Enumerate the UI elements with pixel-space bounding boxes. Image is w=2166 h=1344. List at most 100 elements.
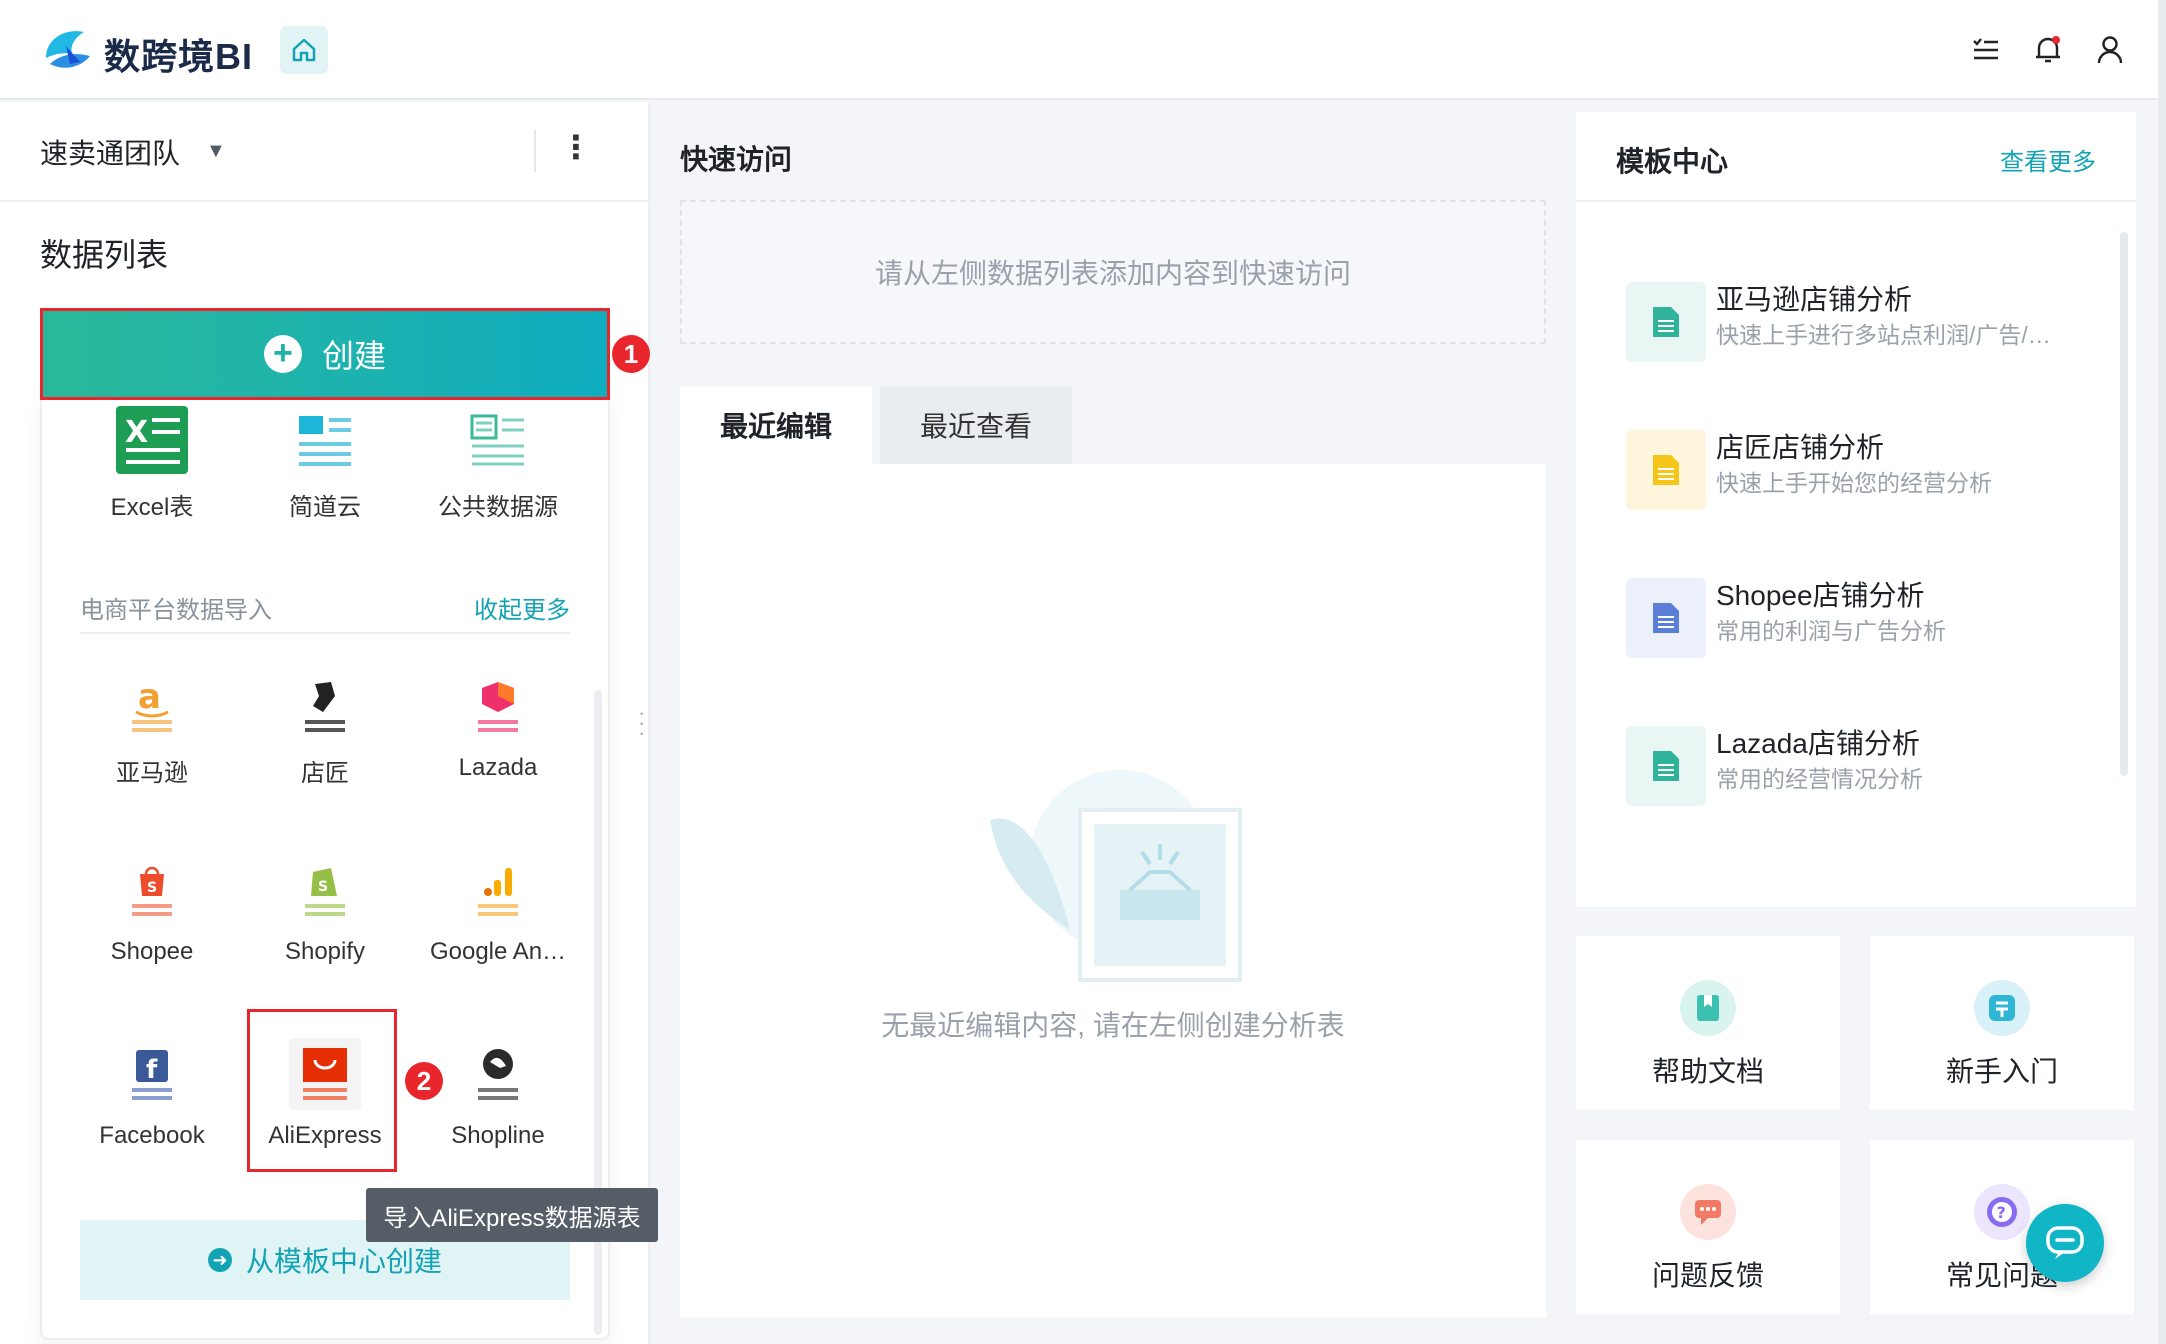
svg-text:S: S: [147, 880, 157, 896]
template-title: Shopee店铺分析: [1716, 580, 1925, 611]
document-icon: [1626, 282, 1706, 362]
help-card-label: 新手入门: [1945, 1056, 2058, 1087]
document-icon: [1626, 726, 1706, 806]
shopline-icon: [460, 1036, 536, 1112]
platform-label: 亚马逊: [116, 760, 188, 787]
template-title: Lazada店铺分析: [1716, 728, 1920, 759]
chat-support-button[interactable]: [2026, 1204, 2104, 1282]
template-title: 店匠店铺分析: [1716, 432, 1885, 463]
platform-shopify[interactable]: S Shopify: [239, 852, 411, 972]
platform-amazon[interactable]: a 亚马逊: [66, 668, 238, 788]
platform-label: 店匠: [301, 760, 349, 787]
empty-state-text: 无最近编辑内容, 请在左侧创建分析表: [881, 1010, 1345, 1041]
plus-circle-icon: +: [263, 335, 302, 373]
ecommerce-import-heading: 电商平台数据导入: [80, 597, 272, 624]
caret-down-icon[interactable]: ▼: [206, 140, 226, 163]
platform-shoplazza[interactable]: 店匠: [239, 668, 411, 788]
home-icon: [292, 38, 316, 62]
data-list-title: 数据列表: [40, 237, 169, 273]
team-selector[interactable]: 速卖通团队: [40, 132, 180, 172]
platform-label: Facebook: [99, 1122, 205, 1149]
document-icon: [1626, 578, 1706, 658]
notification-bell-icon[interactable]: [2028, 30, 2068, 70]
aliexpress-tooltip: 导入AliExpress数据源表: [366, 1188, 658, 1242]
template-item-shopee[interactable]: Shopee店铺分析 常用的利润与广告分析: [1626, 574, 2116, 664]
help-docs-card[interactable]: 帮助文档: [1576, 936, 1840, 1110]
help-card-label: 帮助文档: [1651, 1056, 1764, 1087]
tab-recent-edit[interactable]: 最近编辑: [680, 386, 873, 464]
document-icon: [1626, 430, 1706, 510]
more-options-icon[interactable]: ⋮: [560, 128, 592, 166]
quick-access-placeholder: 请从左侧数据列表添加内容到快速访问: [874, 258, 1351, 289]
source-label: 公共数据源: [438, 494, 558, 521]
platform-label: Shopee: [110, 938, 194, 965]
template-item-amazon[interactable]: 亚马逊店铺分析 快速上手进行多站点利润/广告/…: [1626, 278, 2116, 368]
user-account-icon[interactable]: [2090, 30, 2130, 70]
quick-access-dropzone[interactable]: 请从左侧数据列表添加内容到快速访问: [680, 200, 1546, 344]
bookmark-icon: [1680, 980, 1736, 1036]
aliexpress-highlight-box: [247, 1009, 397, 1172]
excel-icon: X: [114, 402, 190, 477]
public-data-icon: [460, 402, 536, 477]
template-title: 亚马逊店铺分析: [1716, 284, 1913, 315]
source-excel[interactable]: X Excel表: [66, 402, 238, 522]
shopify-icon: S: [287, 852, 363, 928]
lazada-icon: [460, 668, 536, 744]
divider: [0, 200, 650, 202]
view-more-link[interactable]: 查看更多: [2000, 142, 2096, 177]
source-label: 简道云: [289, 494, 361, 521]
create-button-label: 创建: [321, 338, 386, 374]
window-scrollbar[interactable]: [2158, 0, 2166, 1344]
arrow-right-circle-icon: ➜: [207, 1248, 232, 1272]
template-subtitle: 快速上手进行多站点利润/广告/…: [1716, 322, 2051, 348]
create-from-template-label: 从模板中心创建: [245, 1246, 442, 1277]
platform-google-analytics[interactable]: Google An…: [412, 852, 584, 972]
divider: [1576, 200, 2136, 202]
platform-facebook[interactable]: f Facebook: [66, 1036, 238, 1156]
platform-label: Shopify: [284, 938, 366, 965]
shopee-icon: S: [114, 852, 190, 928]
feedback-card[interactable]: 问题反馈: [1576, 1140, 1840, 1314]
svg-text:f: f: [146, 1055, 158, 1085]
step-badge: 1: [612, 335, 650, 373]
svg-text:S: S: [318, 879, 328, 895]
source-public-data[interactable]: 公共数据源: [412, 402, 584, 522]
template-subtitle: 常用的利润与广告分析: [1716, 618, 1946, 644]
divider: [80, 632, 570, 634]
quick-access-title: 快速访问: [680, 144, 793, 175]
facebook-icon: f: [114, 1036, 190, 1112]
platform-lazada[interactable]: Lazada: [412, 668, 584, 788]
getting-started-card[interactable]: 新手入门: [1870, 936, 2134, 1110]
svg-text:X: X: [125, 415, 148, 450]
template-scrollbar[interactable]: [2120, 232, 2128, 776]
empty-box-illustration: [980, 760, 1250, 990]
task-list-icon[interactable]: [1966, 30, 2006, 70]
source-label: Excel表: [110, 494, 194, 521]
recent-tabs: 最近编辑 最近查看: [680, 386, 1073, 464]
template-item-lazada[interactable]: Lazada店铺分析 常用的经营情况分析: [1626, 722, 2116, 812]
platform-label: Shopline: [451, 1122, 545, 1149]
template-item-shoplazza[interactable]: 店匠店铺分析 快速上手开始您的经营分析: [1626, 426, 2116, 516]
template-subtitle: 快速上手开始您的经营分析: [1716, 470, 1992, 496]
template-subtitle: 常用的经营情况分析: [1716, 766, 1923, 792]
svg-text:?: ?: [1997, 1203, 2006, 1222]
tab-recent-view[interactable]: 最近查看: [880, 386, 1073, 464]
collapse-more-link[interactable]: 收起更多: [474, 590, 570, 625]
signpost-icon: [1974, 980, 2030, 1036]
google-analytics-icon: [460, 852, 536, 928]
app-logo-icon: [40, 24, 96, 76]
template-center-title: 模板中心: [1616, 146, 1729, 177]
divider: [534, 130, 536, 172]
create-button[interactable]: + 创建: [40, 308, 610, 400]
feedback-icon: [1680, 1184, 1736, 1240]
platform-shopline[interactable]: Shopline: [412, 1036, 584, 1156]
resize-handle[interactable]: · · ·: [638, 702, 645, 744]
source-jiandaoyun[interactable]: 简道云: [239, 402, 411, 522]
platform-shopee[interactable]: S Shopee: [66, 852, 238, 972]
jiandaoyun-icon: [287, 402, 363, 477]
home-button[interactable]: [280, 26, 328, 74]
svg-text:a: a: [138, 678, 161, 717]
question-icon: ?: [1974, 1184, 2030, 1240]
amazon-icon: a: [114, 668, 190, 743]
step-badge: 2: [405, 1062, 443, 1100]
